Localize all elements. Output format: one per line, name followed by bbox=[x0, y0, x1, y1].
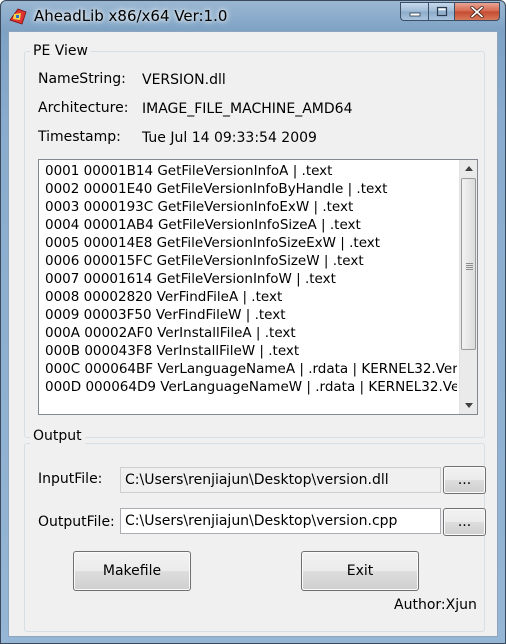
list-item[interactable]: 0005 000014E8 GetFileVersionInfoSizeExW … bbox=[45, 234, 457, 252]
client-area: PE View NameString: VERSION.dll Architec… bbox=[8, 31, 498, 637]
title-bar[interactable]: AheadLib x86/x64 Ver:1.0 bbox=[1, 1, 505, 31]
timestamp-value: Tue Jul 14 09:33:54 2009 bbox=[142, 130, 317, 146]
list-item[interactable]: 0009 00003F50 VerFindFileW | .text bbox=[45, 306, 457, 324]
list-item[interactable]: 000B 000043F8 VerInstallFileW | .text bbox=[45, 342, 457, 360]
close-icon bbox=[470, 5, 484, 18]
architecture-value: IMAGE_FILE_MACHINE_AMD64 bbox=[142, 101, 353, 117]
close-button[interactable] bbox=[454, 2, 500, 21]
list-item[interactable]: 0004 00001AB4 GetFileVersionInfoSizeA | … bbox=[45, 216, 457, 234]
output-file-label: OutputFile: bbox=[38, 514, 115, 530]
exports-scrollbar[interactable] bbox=[459, 160, 477, 414]
list-item[interactable]: 0003 0000193C GetFileVersionInfoExW | .t… bbox=[45, 198, 457, 216]
exit-button[interactable]: Exit bbox=[301, 551, 419, 591]
window-title: AheadLib x86/x64 Ver:1.0 bbox=[34, 7, 228, 25]
list-item[interactable]: 0007 00001614 GetFileVersionInfoW | .tex… bbox=[45, 270, 457, 288]
exports-listbox[interactable]: 0001 00001B14 GetFileVersionInfoA | .tex… bbox=[38, 159, 478, 415]
scroll-down-arrow-icon bbox=[464, 403, 473, 408]
minimize-icon bbox=[409, 12, 420, 16]
pe-view-title: PE View bbox=[30, 43, 91, 59]
input-file-field[interactable]: C:\Users\renjiajun\Desktop\version.dll bbox=[120, 467, 441, 493]
input-file-label: InputFile: bbox=[38, 471, 103, 487]
browse-input-button[interactable]: ... bbox=[443, 466, 486, 494]
scroll-down-button[interactable] bbox=[460, 397, 477, 414]
architecture-label: Architecture: bbox=[38, 100, 129, 116]
list-item[interactable]: 0002 00001E40 GetFileVersionInfoByHandle… bbox=[45, 180, 457, 198]
browse-output-button[interactable]: ... bbox=[443, 508, 486, 536]
timestamp-label: Timestamp: bbox=[38, 129, 121, 145]
scroll-up-button[interactable] bbox=[460, 160, 477, 177]
list-item[interactable]: 0008 00002820 VerFindFileA | .text bbox=[45, 288, 457, 306]
minimize-button[interactable] bbox=[400, 2, 428, 21]
makefile-button[interactable]: Makefile bbox=[73, 551, 191, 591]
list-item[interactable]: 0006 000015FC GetFileVersionInfoSizeW | … bbox=[45, 252, 457, 270]
app-icon bbox=[9, 8, 27, 25]
list-item[interactable]: 000C 000064BF VerLanguageNameA | .rdata … bbox=[45, 360, 457, 378]
author-label: Author:Xjun bbox=[394, 597, 477, 613]
list-item[interactable]: 0001 00001B14 GetFileVersionInfoA | .tex… bbox=[45, 162, 457, 180]
output-title: Output bbox=[30, 428, 85, 444]
caption-buttons bbox=[400, 2, 500, 23]
scroll-thumb[interactable] bbox=[461, 178, 476, 350]
output-file-field[interactable]: C:\Users\renjiajun\Desktop\version.cpp bbox=[120, 508, 441, 534]
name-string-label: NameString: bbox=[38, 71, 126, 87]
maximize-icon bbox=[436, 6, 447, 17]
name-string-value: VERSION.dll bbox=[142, 72, 226, 88]
list-item[interactable]: 000D 000064D9 VerLanguageNameW | .rdata … bbox=[45, 378, 457, 396]
scroll-up-arrow-icon bbox=[464, 166, 473, 171]
maximize-button[interactable] bbox=[428, 2, 454, 21]
exports-list: 0001 00001B14 GetFileVersionInfoA | .tex… bbox=[45, 162, 457, 396]
main-window: AheadLib x86/x64 Ver:1.0 PE View NameStr… bbox=[0, 0, 506, 644]
list-item[interactable]: 000A 00002AF0 VerInstallFileA | .text bbox=[45, 324, 457, 342]
